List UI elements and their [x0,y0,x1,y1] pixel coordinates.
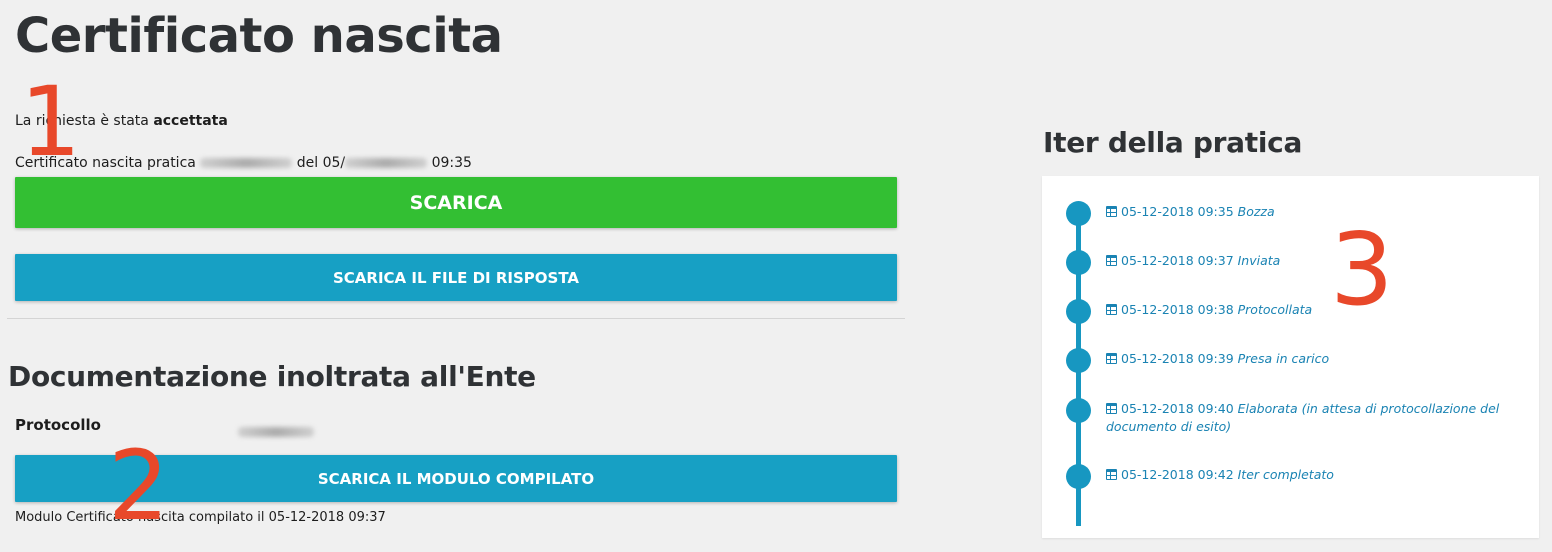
calendar-icon [1106,353,1117,364]
timeline-dot [1066,250,1091,275]
download-reply-file-button[interactable]: SCARICA IL FILE DI RISPOSTA [15,254,897,301]
step-datetime: 05-12-2018 09:42 [1121,467,1234,482]
protocol-label: Protocollo [15,416,101,434]
step-status: Protocollata [1237,302,1313,317]
timeline-dot [1066,398,1091,423]
step-datetime: 05-12-2018 09:40 [1121,401,1234,416]
step-status: Bozza [1237,204,1275,219]
calendar-icon [1106,255,1117,266]
timeline-step-text: 05-12-2018 09:42 Iter completato [1106,466,1506,484]
timeline-dot [1066,299,1091,324]
timeline-step-text: 05-12-2018 09:38 Protocollata [1106,301,1506,319]
step-status: Iter completato [1237,467,1334,482]
timeline-step-text: 05-12-2018 09:40 Elaborata (in attesa di… [1106,400,1506,436]
practice-middle: del 05/ [292,155,346,171]
status-value: accettata [153,113,228,129]
protocol-value-redacted [238,421,314,440]
practice-description: Certificato nascita pratica del 05/ 09:3… [15,155,472,171]
step-status: Presa in carico [1237,351,1330,366]
annotation-marker-2: 2 [108,430,170,542]
redacted-date [345,158,428,168]
redacted-protocol [238,426,314,437]
step-datetime: 05-12-2018 09:39 [1121,351,1234,366]
redacted-name [200,158,293,168]
calendar-icon [1106,206,1117,217]
timeline-step-text: 05-12-2018 09:37 Inviata [1106,252,1506,270]
timeline-card: 05-12-2018 09:35 Bozza 05-12-2018 09:37 … [1042,176,1539,538]
timeline-dot [1066,464,1091,489]
step-datetime: 05-12-2018 09:38 [1121,302,1234,317]
step-datetime: 05-12-2018 09:35 [1121,204,1234,219]
download-button[interactable]: SCARICA [15,177,897,228]
annotation-marker-3: 3 [1330,211,1394,328]
timeline-step-text: 05-12-2018 09:39 Presa in carico [1106,350,1506,368]
step-status: Inviata [1237,253,1281,268]
practice-suffix: 09:35 [427,155,472,171]
timeline-dot [1066,201,1091,226]
page-title: Certificato nascita [15,8,503,64]
annotation-marker-1: 1 [20,66,82,178]
calendar-icon [1106,304,1117,315]
timeline-step-text: 05-12-2018 09:35 Bozza [1106,203,1506,221]
calendar-icon [1106,403,1117,414]
calendar-icon [1106,469,1117,480]
documentation-title: Documentazione inoltrata all'Ente [8,360,536,393]
timeline-dot [1066,348,1091,373]
iter-title: Iter della pratica [1043,126,1303,159]
step-datetime: 05-12-2018 09:37 [1121,253,1234,268]
module-compiled-note: Modulo Certificato nascita compilato il … [15,510,386,525]
section-divider [7,318,905,319]
